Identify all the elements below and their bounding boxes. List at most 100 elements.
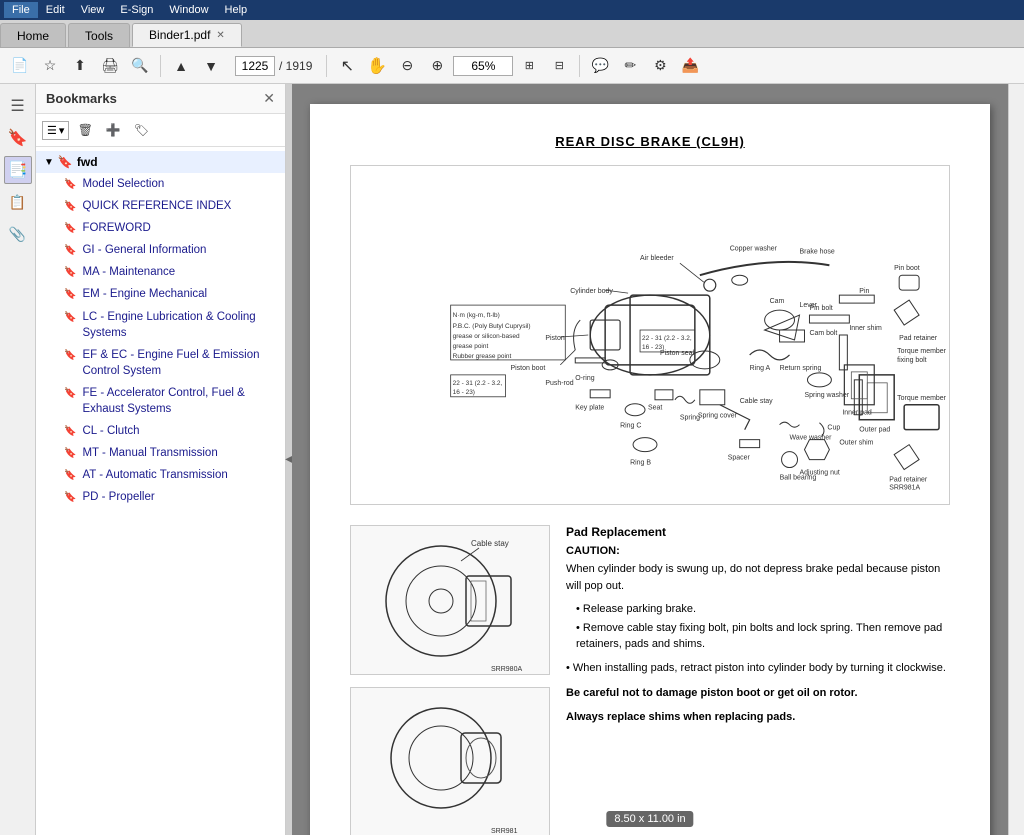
bookmark-delete-button[interactable]: 🗑 <box>73 118 97 142</box>
sidebar-item-pd[interactable]: 🔖 PD - Propeller <box>36 486 285 508</box>
bookmark-view-dropdown[interactable]: ☰ ▾ <box>42 121 69 140</box>
main-layout: ☰ 🔖 📑 📋 📎 Bookmarks ✕ ☰ ▾ 🗑 ➕ 🏷 ▼ 🔖 f <box>0 84 1024 835</box>
page-navigation: / 1919 <box>235 56 312 76</box>
sidebar-item-gi[interactable]: 🔖 GI - General Information <box>36 239 285 261</box>
svg-text:Cable stay: Cable stay <box>740 398 773 405</box>
svg-text:Piston: Piston <box>545 335 564 342</box>
left-icon-panel: ☰ 🔖 📑 📋 📎 <box>0 84 36 835</box>
tools-button[interactable]: ⚙ <box>646 52 674 80</box>
pad-replacement-text: Pad Replacement CAUTION: When cylinder b… <box>566 525 950 835</box>
pages-button[interactable]: 📋 <box>4 188 32 216</box>
pdf-viewer[interactable]: REAR DISC BRAKE (CL9H) Piston <box>292 84 1008 835</box>
fit-width-button[interactable]: ⊟ <box>545 52 573 80</box>
tab-home[interactable]: Home <box>0 23 66 47</box>
zoom-in-button[interactable]: ⊕ <box>423 52 451 80</box>
sidebar-title: Bookmarks <box>46 91 117 106</box>
menu-edit[interactable]: Edit <box>38 2 73 18</box>
zoom-input[interactable] <box>453 56 513 76</box>
svg-text:Rubber grease point: Rubber grease point <box>453 353 512 360</box>
bookmark-tag-button[interactable]: 🏷 <box>129 118 153 142</box>
sidebar-item-em[interactable]: 🔖 EM - Engine Mechanical <box>36 283 285 305</box>
sidebar-item-ef-ec[interactable]: 🔖 EF & EC - Engine Fuel & Emission Contr… <box>36 344 285 382</box>
new-button[interactable]: 📄 <box>6 52 34 80</box>
sidebar-item-model-selection[interactable]: 🔖 Model Selection <box>36 173 285 195</box>
root-label: fwd <box>77 155 98 169</box>
bookmark-icon-2: 🔖 <box>64 222 76 236</box>
bookmark-label-6: LC - Engine Lubrication & Cooling System… <box>82 309 277 341</box>
pdf-page: REAR DISC BRAKE (CL9H) Piston <box>310 104 990 835</box>
menu-window[interactable]: Window <box>161 2 216 18</box>
hand-tool[interactable]: ✋ <box>363 52 391 80</box>
svg-text:Copper washer: Copper washer <box>730 245 778 252</box>
toolbar: 📄 ☆ ⬆ 🖨 🔍 ▲ ▼ / 1919 ↖ ✋ ⊖ ⊕ ⊞ ⊟ 💬 ✏ ⚙ 📤 <box>0 48 1024 84</box>
svg-text:fixing bolt: fixing bolt <box>897 357 927 364</box>
bookmark-root-fwd[interactable]: ▼ 🔖 fwd <box>36 151 285 173</box>
pad-replacement-title: Pad Replacement <box>566 525 950 539</box>
search-button[interactable]: 🔍 <box>126 52 154 80</box>
draw-button[interactable]: ✏ <box>616 52 644 80</box>
bookmark-icon-9: 🔖 <box>64 425 76 439</box>
print-button[interactable]: 🖨 <box>96 52 124 80</box>
page-number-input[interactable] <box>235 56 275 76</box>
svg-text:16 - 23): 16 - 23) <box>453 389 475 396</box>
share-button[interactable]: 📤 <box>676 52 704 80</box>
zoom-out-button[interactable]: ⊖ <box>393 52 421 80</box>
menu-esign[interactable]: E-Sign <box>112 2 161 18</box>
sidebar-item-fe[interactable]: 🔖 FE - Accelerator Control, Fuel & Exhau… <box>36 382 285 420</box>
bookmark-label-12: PD - Propeller <box>82 489 154 505</box>
tab-close-button[interactable]: ✕ <box>216 30 224 41</box>
bookmark-panel-button[interactable]: 🔖 <box>4 124 32 152</box>
sidebar-item-ma[interactable]: 🔖 MA - Maintenance <box>36 261 285 283</box>
svg-text:P.B.C. (Poly Butyl Cuprysil): P.B.C. (Poly Butyl Cuprysil) <box>453 323 531 330</box>
svg-text:Pin: Pin <box>859 288 869 295</box>
small-diagram-2: SRR981 <box>350 687 550 835</box>
svg-text:Push-rod: Push-rod <box>545 380 573 387</box>
tab-document[interactable]: Binder1.pdf ✕ <box>132 23 242 47</box>
svg-text:Pad retainer: Pad retainer <box>889 477 928 484</box>
sidebar-close-button[interactable]: ✕ <box>263 90 275 107</box>
menu-view[interactable]: View <box>73 2 113 18</box>
note-3: Always replace shims when replacing pads… <box>566 709 950 726</box>
sidebar-item-foreword[interactable]: 🔖 FOREWORD <box>36 217 285 239</box>
note-1: • When installing pads, retract piston i… <box>566 660 950 677</box>
comment-button[interactable]: 💬 <box>586 52 614 80</box>
svg-text:Key plate: Key plate <box>575 405 604 412</box>
sidebar-item-lc[interactable]: 🔖 LC - Engine Lubrication & Cooling Syst… <box>36 306 285 344</box>
sidebar-item-at[interactable]: 🔖 AT - Automatic Transmission <box>36 464 285 486</box>
expand-icon: ▼ <box>44 157 54 168</box>
svg-text:Return spring: Return spring <box>780 365 822 372</box>
sidebar-item-cl[interactable]: 🔖 CL - Clutch <box>36 420 285 442</box>
next-page-button[interactable]: ▼ <box>197 52 225 80</box>
bookmark-icon-8: 🔖 <box>64 387 76 401</box>
fit-page-button[interactable]: ⊞ <box>515 52 543 80</box>
sidebar-item-quick-reference[interactable]: 🔖 QUICK REFERENCE INDEX <box>36 195 285 217</box>
menu-help[interactable]: Help <box>217 2 256 18</box>
svg-text:Spacer: Spacer <box>728 455 751 462</box>
lower-content: Cable stay SRR980A <box>350 525 950 835</box>
back-button[interactable]: ⬆ <box>66 52 94 80</box>
svg-text:Outer shim: Outer shim <box>839 440 873 447</box>
bookmark-icon-1: 🔖 <box>64 200 76 214</box>
bookmarks-button[interactable]: 📑 <box>4 156 32 184</box>
note-bullet-1: • <box>566 662 573 674</box>
main-diagram: Piston Piston boot Brake hose Air bleede… <box>350 165 950 505</box>
bullet-2: Remove cable stay fixing bolt, pin bolts… <box>576 621 950 652</box>
tab-tools[interactable]: Tools <box>68 23 130 47</box>
bookmark-label-7: EF & EC - Engine Fuel & Emission Control… <box>82 347 277 379</box>
tab-bar: Home Tools Binder1.pdf ✕ <box>0 20 1024 48</box>
prev-page-button[interactable]: ▲ <box>167 52 195 80</box>
sidebar-item-mt[interactable]: 🔖 MT - Manual Transmission <box>36 442 285 464</box>
bookmark-add-button[interactable]: ➕ <box>101 118 125 142</box>
bookmark-star-button[interactable]: ☆ <box>36 52 64 80</box>
bookmark-label-8: FE - Accelerator Control, Fuel & Exhaust… <box>82 385 277 417</box>
bookmark-icon-12: 🔖 <box>64 491 76 505</box>
panels-button[interactable]: ☰ <box>4 92 32 120</box>
sidebar-header: Bookmarks ✕ <box>36 84 285 114</box>
bookmark-icon-11: 🔖 <box>64 469 76 483</box>
attachments-button[interactable]: 📎 <box>4 220 32 248</box>
svg-text:SRR980A: SRR980A <box>491 666 522 673</box>
menu-file[interactable]: File <box>4 2 38 18</box>
cursor-tool[interactable]: ↖ <box>333 52 361 80</box>
bookmark-label-4: MA - Maintenance <box>82 264 175 280</box>
svg-text:Pad retainer: Pad retainer <box>899 335 938 342</box>
